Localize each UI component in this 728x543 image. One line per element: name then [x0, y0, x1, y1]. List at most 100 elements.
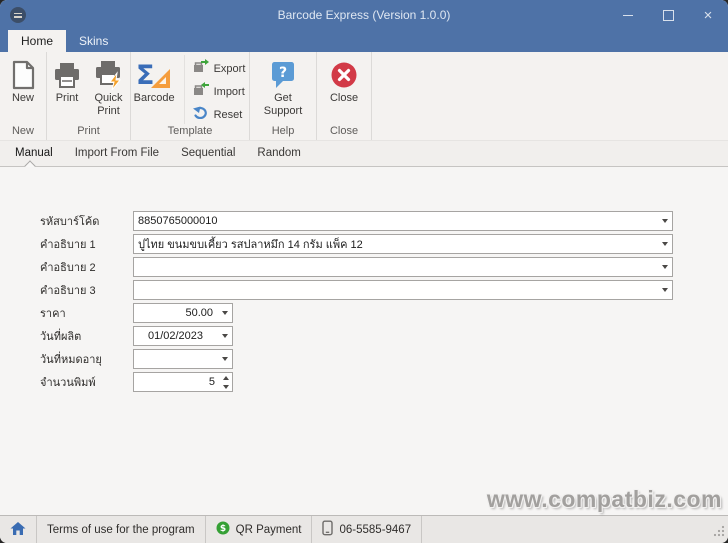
- resize-grip[interactable]: [713, 525, 728, 543]
- ribbon-empty-area: [372, 52, 728, 140]
- export-button[interactable]: Export: [191, 58, 252, 79]
- group-label: Help: [271, 125, 295, 137]
- quantity-stepper[interactable]: [133, 372, 233, 392]
- home-segment[interactable]: [0, 516, 37, 543]
- description-3-combobox[interactable]: [133, 280, 673, 300]
- chevron-down-icon[interactable]: [217, 350, 232, 368]
- field-label: รหัสบาร์โค้ด: [40, 216, 100, 228]
- reset-icon: [192, 105, 209, 124]
- form-row-description-1: คำอธิบาย 1: [40, 234, 728, 254]
- field-label: คำอธิบาย 2: [40, 262, 96, 274]
- form-row-description-3: คำอธิบาย 3: [40, 280, 728, 300]
- form-row-description-2: คำอธิบาย 2: [40, 257, 728, 277]
- mode-tab-manual[interactable]: Manual: [4, 141, 64, 166]
- field-label: คำอธิบาย 3: [40, 285, 96, 297]
- description-1-input[interactable]: [134, 235, 657, 253]
- phone-segment: 06-5585-9467: [312, 516, 423, 543]
- barcode-form: รหัสบาร์โค้ด คำอธิบาย 1 คำอธิบาย 2: [0, 167, 728, 392]
- chevron-down-icon[interactable]: [217, 327, 232, 345]
- export-icon: [193, 58, 209, 79]
- spinner-buttons[interactable]: [219, 373, 232, 391]
- mode-tab-import-from-file[interactable]: Import From File: [64, 141, 170, 166]
- template-small-buttons: Export Import Reset: [183, 55, 252, 124]
- barcode-combobox[interactable]: [133, 211, 673, 231]
- group-label: Print: [77, 125, 100, 137]
- mode-tab-random[interactable]: Random: [246, 141, 311, 166]
- ribbon-tab-skins[interactable]: Skins: [66, 30, 121, 52]
- close-circle-icon: [330, 58, 358, 92]
- chevron-down-icon[interactable]: [657, 235, 672, 253]
- price-combobox[interactable]: [133, 303, 233, 323]
- quick-print-icon: [93, 58, 125, 92]
- description-3-input[interactable]: [134, 281, 657, 299]
- ribbon: New New Print Quick Print Print Σ Barcod…: [0, 52, 728, 141]
- phone-number: 06-5585-9467: [339, 523, 412, 536]
- minimize-button[interactable]: [608, 0, 648, 30]
- import-button[interactable]: Import: [191, 81, 252, 101]
- barcode-template-icon: Σ: [136, 58, 172, 92]
- group-label: Template: [167, 125, 213, 137]
- mode-tab-bar: Manual Import From File Sequential Rando…: [0, 141, 728, 172]
- form-row-production-date: วันที่ผลิต: [40, 326, 728, 346]
- close-app-button[interactable]: Close: [325, 55, 363, 105]
- manual-panel: รหัสบาร์โค้ด คำอธิบาย 1 คำอธิบาย 2: [0, 167, 728, 515]
- window-controls: ×: [608, 0, 728, 30]
- watermark: www.compatbiz.com: [486, 486, 722, 512]
- quick-print-button[interactable]: Quick Print: [87, 55, 130, 117]
- get-support-button[interactable]: ? Get Support: [256, 55, 310, 117]
- barcode-input[interactable]: [134, 212, 657, 230]
- production-date-input[interactable]: [134, 327, 217, 345]
- description-2-combobox[interactable]: [133, 257, 673, 277]
- status-bar: Terms of use for the program $ QR Paymen…: [0, 515, 728, 543]
- field-label: คำอธิบาย 1: [40, 239, 96, 251]
- terms-link[interactable]: Terms of use for the program: [37, 516, 206, 543]
- app-window: Barcode Express (Version 1.0.0) × Home S…: [0, 0, 728, 543]
- expiry-date-input[interactable]: [134, 350, 217, 368]
- price-input[interactable]: [134, 304, 217, 322]
- chevron-down-icon[interactable]: [217, 304, 232, 322]
- reset-button[interactable]: Reset: [191, 105, 252, 124]
- ribbon-group-close: Close Close: [317, 52, 372, 140]
- description-2-input[interactable]: [134, 258, 657, 276]
- phone-icon: [322, 520, 334, 539]
- description-1-combobox[interactable]: [133, 234, 673, 254]
- ribbon-tab-home[interactable]: Home: [8, 30, 67, 52]
- field-label: จำนวนพิมพ์: [40, 377, 96, 389]
- chevron-down-icon[interactable]: [657, 212, 672, 230]
- field-label: ราคา: [40, 308, 66, 320]
- ribbon-group-help: ? Get Support Help: [250, 52, 317, 140]
- ribbon-tab-bar: Home Skins: [0, 30, 728, 52]
- new-button[interactable]: New: [4, 55, 42, 105]
- production-date-picker[interactable]: [133, 326, 233, 346]
- quantity-input[interactable]: [134, 373, 219, 391]
- field-label: วันที่หมดอายุ: [40, 354, 102, 366]
- expiry-date-picker[interactable]: [133, 349, 233, 369]
- svg-text:Σ: Σ: [136, 60, 154, 91]
- app-menu-icon[interactable]: [10, 7, 26, 23]
- form-row-price: ราคา: [40, 303, 728, 323]
- barcode-button[interactable]: Σ Barcode: [129, 55, 180, 105]
- new-document-icon: [9, 58, 37, 92]
- svg-text:$: $: [220, 524, 226, 534]
- svg-text:?: ?: [279, 65, 287, 81]
- printer-icon: [52, 58, 82, 92]
- ribbon-group-print: Print Quick Print Print: [47, 52, 131, 140]
- chevron-down-icon[interactable]: [657, 258, 672, 276]
- mode-tab-sequential[interactable]: Sequential: [170, 141, 246, 166]
- form-row-expiry-date: วันที่หมดอายุ: [40, 349, 728, 369]
- maximize-button[interactable]: [648, 0, 688, 30]
- help-bubble-icon: ?: [269, 58, 297, 92]
- spinner-down-icon[interactable]: [219, 382, 232, 391]
- chevron-down-icon[interactable]: [657, 281, 672, 299]
- form-row-barcode: รหัสบาร์โค้ด: [40, 211, 728, 231]
- home-icon: [10, 521, 26, 539]
- field-label: วันที่ผลิต: [40, 331, 82, 343]
- qr-payment-link[interactable]: $ QR Payment: [206, 516, 313, 543]
- coin-icon: $: [216, 521, 230, 538]
- ribbon-group-new: New New: [0, 52, 47, 140]
- group-label: New: [11, 125, 34, 137]
- print-button[interactable]: Print: [47, 55, 87, 105]
- spinner-up-icon[interactable]: [219, 373, 232, 382]
- group-label: Close: [329, 125, 359, 137]
- window-close-button[interactable]: ×: [688, 0, 728, 30]
